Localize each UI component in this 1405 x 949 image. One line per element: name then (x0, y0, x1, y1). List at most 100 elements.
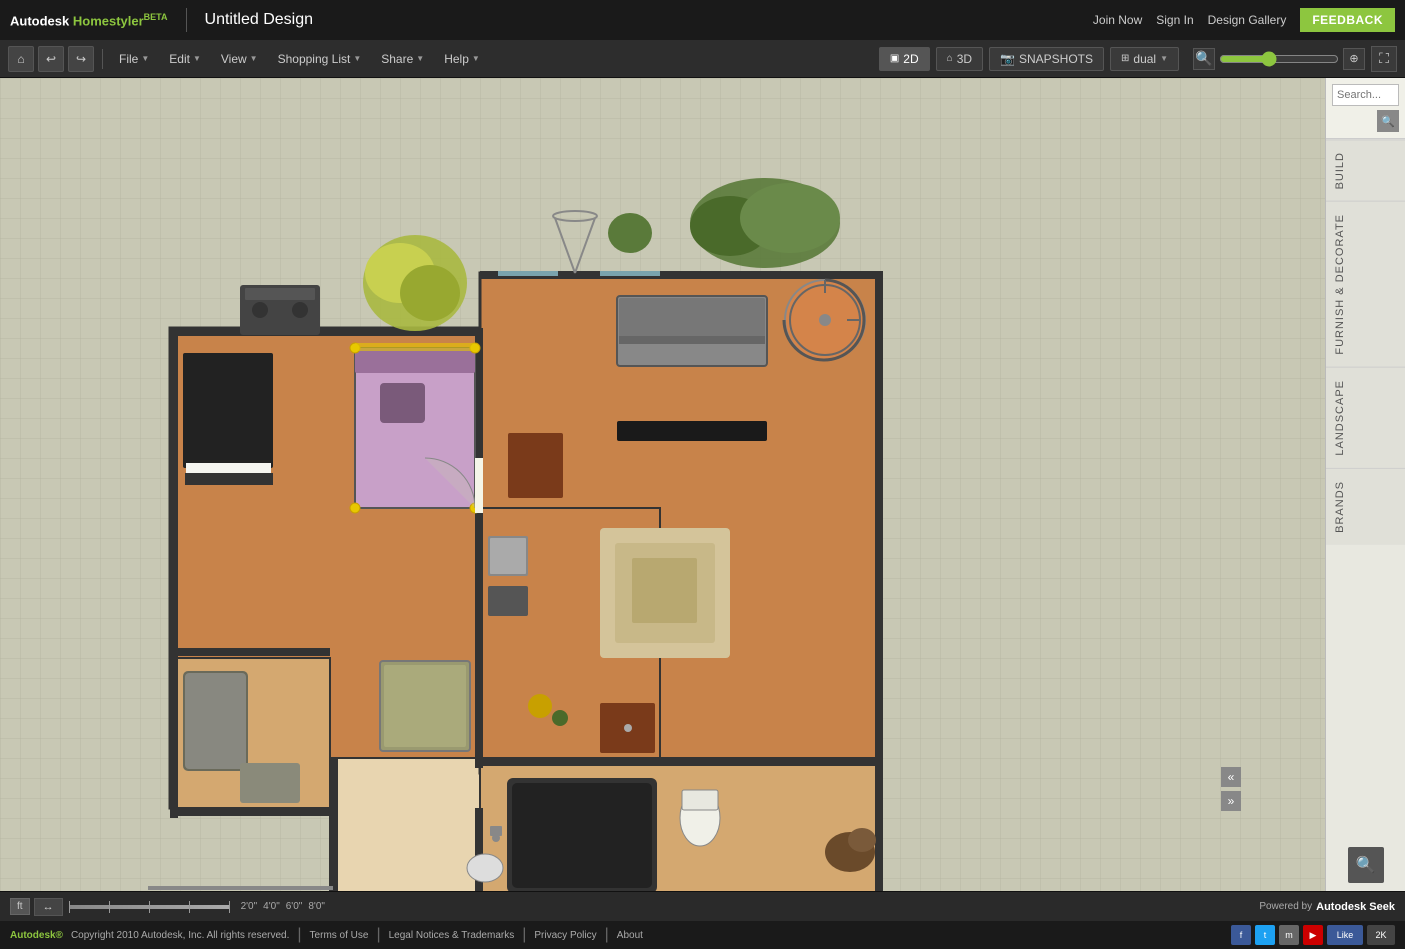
footer-left: Autodesk® Copyright 2010 Autodesk, Inc. … (10, 926, 643, 944)
dual-button[interactable]: ⊞ dual ▼ (1110, 47, 1179, 71)
count-text: 2K (1375, 930, 1386, 940)
ruler-line (69, 905, 229, 909)
scale-mark-3: 6'0" (286, 901, 303, 912)
zoom-out-button[interactable]: 🔍 (1193, 48, 1215, 70)
statusbar: Autodesk® Copyright 2010 Autodesk, Inc. … (0, 921, 1405, 949)
sep2: | (376, 926, 380, 944)
logo-area: Autodesk HomestylerBETA Untitled Design (10, 8, 313, 32)
social-icons: f t m ▶ Like 2K (1231, 925, 1395, 945)
autodesk-wordmark: Autodesk (10, 13, 69, 28)
sep4: | (605, 926, 609, 944)
sep3: | (522, 926, 526, 944)
landscape-tab[interactable]: LANDSCAPE (1326, 367, 1405, 468)
camera-icon: 📷 (1000, 52, 1015, 66)
scale-mark-1: 2'0" (241, 901, 258, 912)
about-link[interactable]: About (617, 930, 643, 941)
right-panel: 🔍 BUILD FURNISH & DECORATE LANDSCAPE BRA… (1325, 78, 1405, 891)
collapse-arrows: « » (1221, 767, 1241, 811)
brands-tab[interactable]: BRANDS (1326, 468, 1405, 545)
furnish-decorate-tab[interactable]: FURNISH & DECORATE (1326, 201, 1405, 367)
panel-search-icon-button[interactable]: 🔍 (1348, 847, 1384, 883)
shopping-label: Shopping List (278, 52, 351, 66)
scale-arrow-button[interactable]: ↔ (34, 898, 63, 916)
collapse-down-button[interactable]: » (1221, 791, 1241, 811)
3d-label: 3D (957, 52, 972, 66)
top-right-nav: Join Now Sign In Design Gallery FEEDBACK (1093, 8, 1395, 32)
privacy-link[interactable]: Privacy Policy (534, 930, 596, 941)
2d-icon: ▣ (890, 53, 899, 64)
sign-in-link[interactable]: Sign In (1156, 13, 1193, 27)
join-now-link[interactable]: Join Now (1093, 13, 1142, 27)
autodesk-footer-logo: Autodesk® (10, 930, 63, 941)
shopping-arrow: ▼ (353, 54, 361, 63)
myspace-icon[interactable]: m (1279, 925, 1299, 945)
2d-mode-button[interactable]: ▣ 2D (879, 47, 930, 71)
panel-bottom: 🔍 (1326, 839, 1405, 891)
shopping-menu[interactable]: Shopping List ▼ (270, 48, 370, 70)
design-title: Untitled Design (205, 11, 314, 29)
logo-text: Autodesk HomestylerBETA (10, 12, 168, 28)
panel-search-area: 🔍 (1326, 78, 1405, 139)
unit-toggle[interactable]: ft (10, 898, 30, 915)
edit-menu[interactable]: Edit ▼ (161, 48, 209, 70)
3d-mode-button[interactable]: ⌂ 3D (936, 47, 983, 71)
zoom-area: 🔍 ⊕ (1193, 48, 1365, 70)
undo-button[interactable]: ↩ (38, 46, 64, 72)
edit-label: Edit (169, 52, 190, 66)
view-modes: ▣ 2D ⌂ 3D 📷 SNAPSHOTS ⊞ dual ▼ 🔍 ⊕ ⛶ (879, 46, 1397, 72)
panel-search-input[interactable] (1332, 84, 1399, 106)
file-menu[interactable]: File ▼ (111, 48, 157, 70)
file-label: File (119, 52, 138, 66)
top-bar: Autodesk HomestylerBETA Untitled Design … (0, 0, 1405, 40)
share-label: Share (381, 52, 413, 66)
home-button[interactable]: ⌂ (8, 46, 34, 72)
build-tab[interactable]: BUILD (1326, 139, 1405, 201)
zoom-slider[interactable] (1219, 51, 1339, 67)
twitter-icon[interactable]: t (1255, 925, 1275, 945)
view-menu[interactable]: View ▼ (213, 48, 266, 70)
legal-link[interactable]: Legal Notices & Trademarks (389, 930, 515, 941)
scale-mark-2: 4'0" (263, 901, 280, 912)
powered-by-area: Powered by Autodesk Seek (1259, 901, 1395, 913)
scale-ruler: 2'0" 4'0" 6'0" 8'0" (69, 901, 325, 912)
like-button[interactable]: Like (1327, 925, 1363, 945)
toolbar-separator (102, 49, 103, 69)
dual-arrow: ▼ (1160, 54, 1168, 63)
feedback-button[interactable]: FEEDBACK (1300, 8, 1395, 32)
fullscreen-button[interactable]: ⛶ (1371, 46, 1397, 72)
file-arrow: ▼ (141, 54, 149, 63)
design-gallery-link[interactable]: Design Gallery (1208, 13, 1287, 27)
view-label: View (221, 52, 247, 66)
logo-divider (186, 8, 187, 32)
bottom-bar: ft ↔ 2'0" 4'0" 6'0" 8'0" Powered by Auto… (0, 891, 1405, 921)
panel-search-button[interactable]: 🔍 (1377, 110, 1399, 132)
share-menu[interactable]: Share ▼ (373, 48, 432, 70)
dual-icon: ⊞ (1121, 53, 1129, 64)
autodesk-seek-text: Autodesk Seek (1316, 901, 1395, 913)
copyright-text: Copyright 2010 Autodesk, Inc. All rights… (71, 930, 289, 941)
help-menu[interactable]: Help ▼ (436, 48, 488, 70)
main-layout: « » 🔍 BUILD FURNISH & DECORATE LANDSCAPE… (0, 78, 1405, 891)
facebook-icon[interactable]: f (1231, 925, 1251, 945)
help-arrow: ▼ (472, 54, 480, 63)
help-label: Help (444, 52, 469, 66)
2d-label: 2D (903, 52, 918, 66)
powered-by-text: Powered by (1259, 901, 1312, 912)
terms-link[interactable]: Terms of Use (310, 930, 369, 941)
snapshots-label: SNAPSHOTS (1019, 52, 1093, 66)
like-label: Like (1337, 930, 1354, 940)
dual-label: dual (1133, 52, 1156, 66)
redo-button[interactable]: ↪ (68, 46, 94, 72)
like-count: 2K (1367, 925, 1395, 945)
canvas-area[interactable]: « » (0, 78, 1325, 891)
toolbar: ⌂ ↩ ↪ File ▼ Edit ▼ View ▼ Shopping List… (0, 40, 1405, 78)
sep1: | (297, 926, 301, 944)
homestyler-name: Homestyler (73, 13, 144, 28)
floorplan-svg (0, 78, 1060, 891)
share-arrow: ▼ (416, 54, 424, 63)
youtube-icon[interactable]: ▶ (1303, 925, 1323, 945)
zoom-in-button[interactable]: ⊕ (1343, 48, 1365, 70)
snapshots-button[interactable]: 📷 SNAPSHOTS (989, 47, 1104, 71)
edit-arrow: ▼ (193, 54, 201, 63)
collapse-up-button[interactable]: « (1221, 767, 1241, 787)
